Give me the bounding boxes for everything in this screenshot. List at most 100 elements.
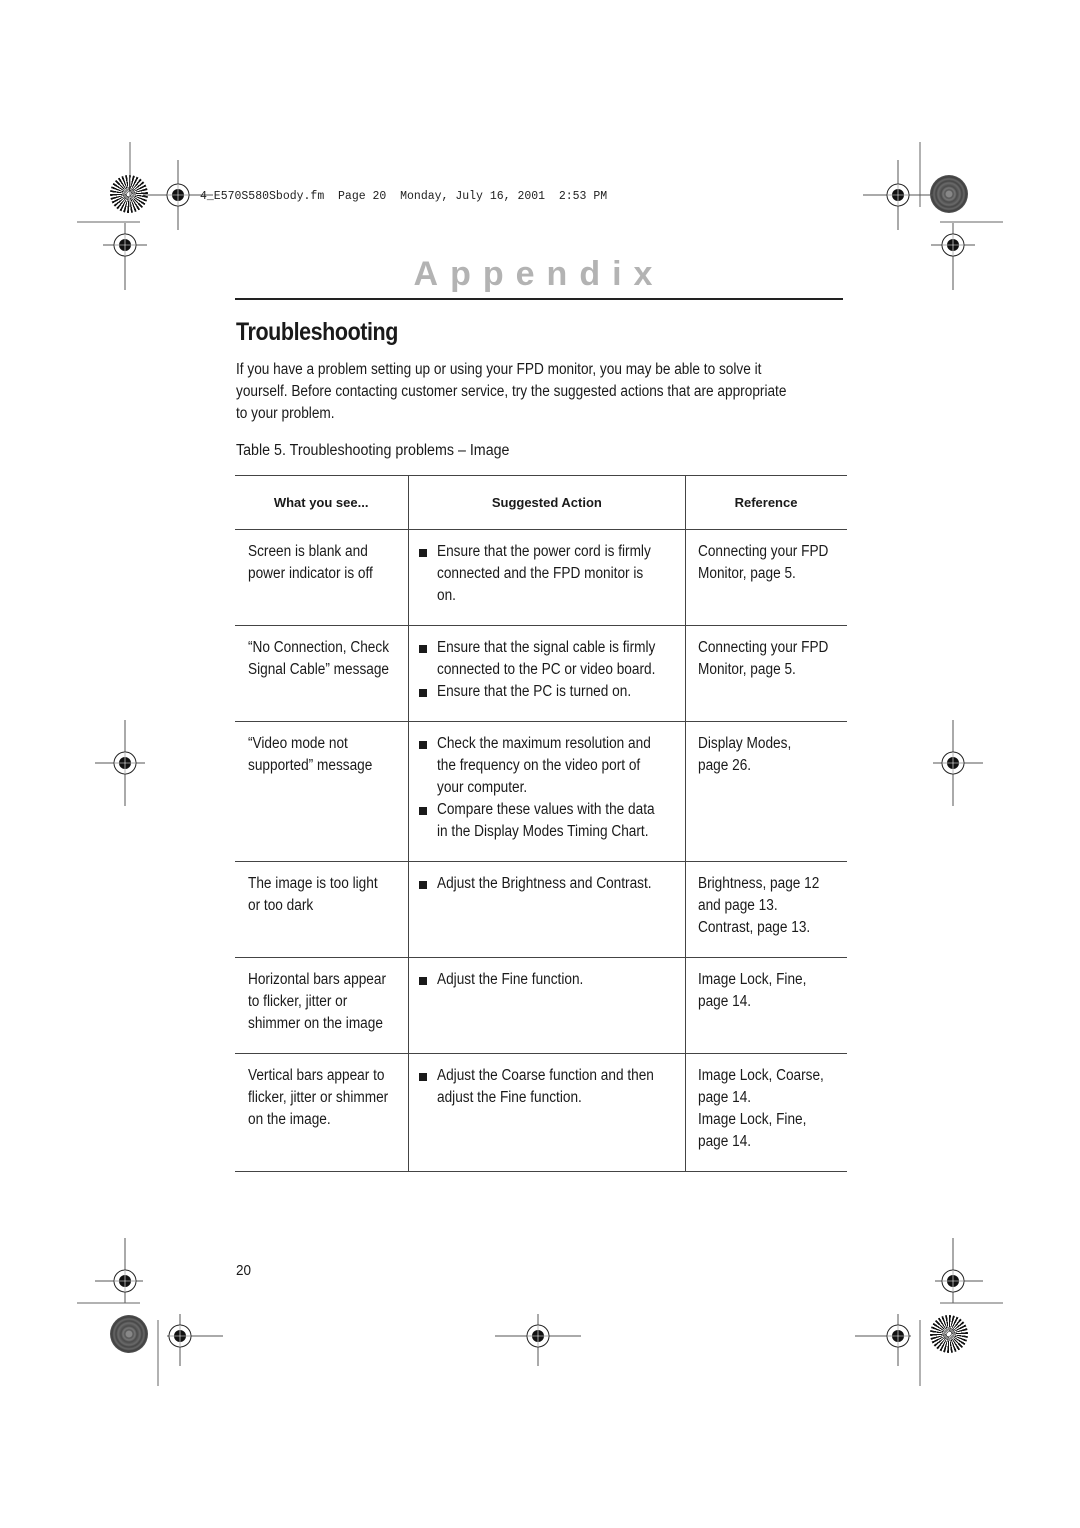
symptom-line: on the image. bbox=[248, 1111, 331, 1128]
action-line: the frequency on the video port of bbox=[437, 757, 641, 774]
action-cell: Adjust the Fine function. bbox=[408, 957, 687, 1054]
action-cell: Ensure that the power cord is firmly conn… bbox=[408, 529, 687, 626]
page-title: Troubleshooting bbox=[236, 318, 398, 346]
action-cell: Adjust the Brightness and Contrast. bbox=[408, 861, 687, 958]
symptom-cell: Screen is blank and power indicator is of… bbox=[235, 529, 410, 626]
action-line: Ensure that the PC is turned on. bbox=[437, 683, 632, 700]
square-bullet-icon bbox=[419, 689, 428, 697]
action-cell: Adjust the Coarse function and then adjus… bbox=[408, 1053, 687, 1172]
action-text: Adjust the Fine function. bbox=[437, 969, 583, 991]
symptom-line: flicker, jitter or shimmer bbox=[248, 1089, 389, 1106]
action-line: connected to the PC or video board. bbox=[437, 661, 656, 678]
reference-line: page 14. bbox=[698, 1133, 752, 1150]
column-header-reference: Reference bbox=[685, 475, 847, 530]
reference-cell: Brightness, page 12 and page 13. Contrast,… bbox=[685, 861, 847, 958]
action-line: Ensure that the power cord is firmly bbox=[437, 543, 652, 560]
action-line: your computer. bbox=[437, 779, 528, 796]
symptom-line: to flicker, jitter or bbox=[248, 993, 348, 1010]
symptom-line: The image is too light bbox=[248, 875, 378, 892]
section-header: Appendix bbox=[413, 255, 665, 293]
reference-cell: Connecting your FPD Monitor, page 5. bbox=[685, 529, 847, 626]
action-text: Ensure that the signal cable is firmly co… bbox=[437, 637, 655, 681]
reference-line: page 14. bbox=[698, 993, 752, 1010]
table-row: “Video mode not supported” message Check t… bbox=[235, 721, 847, 862]
symptom-line: shimmer on the image bbox=[248, 1015, 383, 1032]
symptom-line: or too dark bbox=[248, 897, 314, 914]
square-bullet-icon bbox=[419, 549, 428, 557]
table-row: Horizontal bars appear to flicker, jitter… bbox=[235, 957, 847, 1054]
action-item: Adjust the Fine function. bbox=[419, 969, 685, 991]
column-header-symptom: What you see... bbox=[235, 475, 410, 530]
symptom-line: “No Connection, Check bbox=[248, 639, 390, 656]
intro-line: to your problem. bbox=[236, 405, 335, 422]
action-line: in the Display Modes Timing Chart. bbox=[437, 823, 649, 840]
reference-cell: Connecting your FPD Monitor, page 5. bbox=[685, 625, 847, 722]
action-line: Check the maximum resolution and bbox=[437, 735, 652, 752]
action-text: Ensure that the power cord is firmly conn… bbox=[437, 541, 651, 607]
symptom-cell: Horizontal bars appear to flicker, jitter… bbox=[235, 957, 410, 1054]
table-row: The image is too light or too dark Adjust … bbox=[235, 861, 847, 958]
symptom-line: supported” message bbox=[248, 757, 373, 774]
action-cell: Ensure that the signal cable is firmly co… bbox=[408, 625, 687, 722]
table-row: Screen is blank and power indicator is of… bbox=[235, 529, 847, 626]
action-item: Ensure that the PC is turned on. bbox=[419, 681, 685, 703]
symptom-line: “Video mode not bbox=[248, 735, 348, 752]
reference-line: Contrast, page 13. bbox=[698, 919, 811, 936]
reference-line: Display Modes, bbox=[698, 735, 792, 752]
action-text: Compare these values with the data in the… bbox=[437, 799, 655, 843]
reference-line: Monitor, page 5. bbox=[698, 661, 797, 678]
action-text: Check the maximum resolution and the freq… bbox=[437, 733, 651, 799]
square-bullet-icon bbox=[419, 977, 428, 985]
square-bullet-icon bbox=[419, 741, 428, 749]
action-line: Compare these values with the data bbox=[437, 801, 655, 818]
square-bullet-icon bbox=[419, 807, 428, 815]
intro-line: If you have a problem setting up or usin… bbox=[236, 361, 762, 378]
reference-line: Brightness, page 12 bbox=[698, 875, 820, 892]
header-rule bbox=[235, 298, 843, 300]
action-text: Adjust the Brightness and Contrast. bbox=[437, 873, 652, 895]
symptom-cell: Vertical bars appear to flicker, jitter o… bbox=[235, 1053, 410, 1172]
symptom-line: Vertical bars appear to bbox=[248, 1067, 385, 1084]
symptom-cell: “Video mode not supported” message bbox=[235, 721, 410, 862]
reference-line: Image Lock, Fine, bbox=[698, 1111, 807, 1128]
action-item: Check the maximum resolution and the freq… bbox=[419, 733, 685, 799]
reference-line: Connecting your FPD bbox=[698, 639, 829, 656]
column-header-action: Suggested Action bbox=[408, 475, 687, 530]
page-number: 20 bbox=[236, 1262, 252, 1279]
symptom-line: Screen is blank and bbox=[248, 543, 368, 560]
intro-line: yourself. Before contacting customer ser… bbox=[236, 383, 787, 400]
symptom-line: Signal Cable” message bbox=[248, 661, 390, 678]
intro-paragraph: If you have a problem setting up or usin… bbox=[236, 359, 852, 425]
action-line: Adjust the Coarse function and then bbox=[437, 1067, 655, 1084]
symptom-cell: “No Connection, Check Signal Cable” messa… bbox=[235, 625, 410, 722]
table-caption: Table 5. Troubleshooting problems – Imag… bbox=[236, 442, 510, 459]
symptom-line: power indicator is off bbox=[248, 565, 373, 582]
reference-line: Connecting your FPD bbox=[698, 543, 829, 560]
action-line: adjust the Fine function. bbox=[437, 1089, 583, 1106]
action-text: Adjust the Coarse function and then adjus… bbox=[437, 1065, 654, 1109]
table-row: “No Connection, Check Signal Cable” messa… bbox=[235, 625, 847, 722]
action-item: Adjust the Coarse function and then adjus… bbox=[419, 1065, 685, 1109]
print-header: 4_E570S580Sbody.fm Page 20 Monday, July … bbox=[200, 190, 608, 203]
symptom-cell: The image is too light or too dark bbox=[235, 861, 410, 958]
action-item: Ensure that the signal cable is firmly co… bbox=[419, 637, 685, 681]
reference-line: Image Lock, Fine, bbox=[698, 971, 807, 988]
square-bullet-icon bbox=[419, 645, 428, 653]
reference-cell: Image Lock, Coarse, page 14. Image Lock, F… bbox=[685, 1053, 847, 1172]
troubleshooting-table: What you see... Suggested Action Referen… bbox=[235, 475, 847, 1172]
action-line: Ensure that the signal cable is firmly bbox=[437, 639, 656, 656]
square-bullet-icon bbox=[419, 1073, 428, 1081]
reference-cell: Display Modes, page 26. bbox=[685, 721, 847, 862]
reference-line: Monitor, page 5. bbox=[698, 565, 797, 582]
action-item: Ensure that the power cord is firmly conn… bbox=[419, 541, 685, 607]
reference-line: Image Lock, Coarse, bbox=[698, 1067, 825, 1084]
reference-cell: Image Lock, Fine, page 14. bbox=[685, 957, 847, 1054]
table-row: Vertical bars appear to flicker, jitter o… bbox=[235, 1053, 847, 1172]
action-line: connected and the FPD monitor is bbox=[437, 565, 644, 582]
action-item: Compare these values with the data in the… bbox=[419, 799, 685, 843]
reference-line: and page 13. bbox=[698, 897, 779, 914]
action-text: Ensure that the PC is turned on. bbox=[437, 681, 631, 703]
action-line: Adjust the Brightness and Contrast. bbox=[437, 875, 652, 892]
action-cell: Check the maximum resolution and the freq… bbox=[408, 721, 687, 862]
action-line: Adjust the Fine function. bbox=[437, 971, 584, 988]
